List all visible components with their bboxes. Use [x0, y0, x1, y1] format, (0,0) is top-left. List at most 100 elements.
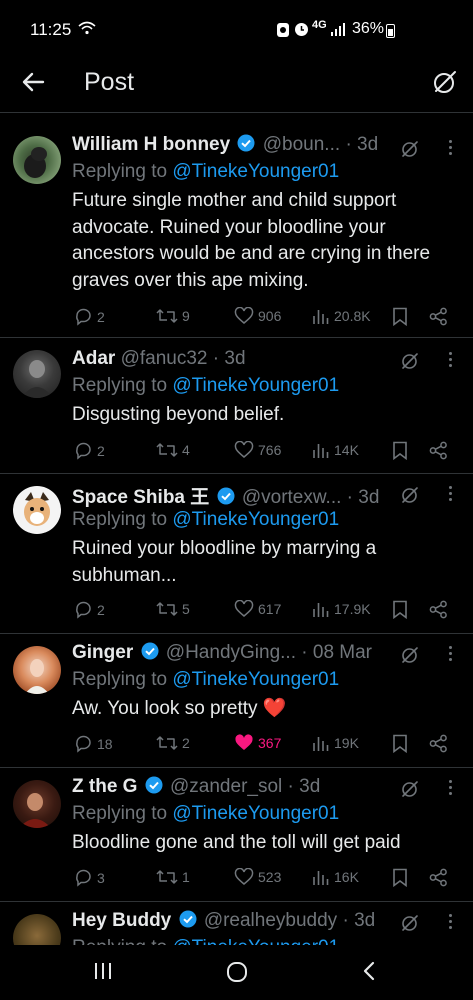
replying-to: Replying to @TinekeYounger01 [72, 803, 339, 825]
like-button[interactable]: 617 [234, 600, 281, 618]
like-button[interactable]: 766 [234, 441, 281, 459]
views-button[interactable]: 14K [312, 441, 359, 459]
repost-count: 4 [182, 442, 190, 458]
views-button[interactable]: 17.9K [312, 600, 371, 618]
mention-link[interactable]: @TinekeYounger01 [172, 937, 339, 945]
share-icon[interactable] [429, 600, 448, 619]
avatar[interactable] [13, 646, 61, 694]
more-icon[interactable] [446, 486, 454, 504]
repost-button[interactable]: 2 [156, 734, 190, 752]
avatar[interactable] [13, 136, 61, 184]
mention-link[interactable]: @TinekeYounger01 [172, 509, 339, 530]
header-divider [0, 112, 473, 113]
grok-icon[interactable] [400, 779, 420, 799]
replying-to: Replying to @TinekeYounger01 [72, 669, 339, 691]
repost-button[interactable]: 9 [156, 307, 190, 325]
views-button[interactable]: 20.8K [312, 307, 371, 325]
timestamp[interactable]: 3d [224, 348, 245, 369]
like-count: 523 [258, 869, 282, 885]
reply-item[interactable]: Hey Buddy @realheybuddy · 3d Replying to… [0, 902, 473, 945]
views-button[interactable]: 19K [312, 734, 359, 752]
display-name[interactable]: William H bonney [72, 134, 230, 155]
reply-text: Ruined your bloodline by marrying a subh… [72, 538, 377, 586]
reply-item[interactable]: William H bonney @boun... · 3d Replying … [0, 124, 473, 338]
share-icon[interactable] [429, 307, 448, 326]
more-icon[interactable] [446, 140, 454, 158]
timestamp[interactable]: 3d [357, 134, 378, 155]
mention-link[interactable]: @TinekeYounger01 [172, 669, 339, 690]
reply-item[interactable]: Ginger @HandyGing... · 08 Mar Replying t… [0, 634, 473, 768]
bookmark-icon[interactable] [392, 734, 408, 753]
replying-prefix: Replying to [72, 161, 168, 182]
reply-item[interactable]: Space Shiba 王 @vortexw... · 3d Replying … [0, 474, 473, 634]
repost-button[interactable]: 5 [156, 600, 190, 618]
reply-button[interactable]: 18 [74, 734, 113, 753]
replying-to: Replying to @TinekeYounger01 [72, 937, 339, 945]
timestamp[interactable]: 3d [299, 776, 320, 797]
like-count: 766 [258, 442, 282, 458]
avatar[interactable] [13, 486, 61, 534]
replying-prefix: Replying to [72, 669, 168, 690]
display-name[interactable]: Ginger [72, 642, 133, 663]
like-button[interactable]: 523 [234, 868, 281, 886]
share-icon[interactable] [429, 441, 448, 460]
replying-to: Replying to @TinekeYounger01 [72, 375, 339, 397]
mention-link[interactable]: @TinekeYounger01 [172, 161, 339, 182]
username[interactable]: @vortexw... [242, 487, 342, 508]
avatar[interactable] [13, 350, 61, 398]
reply-button[interactable]: 2 [74, 441, 105, 460]
username[interactable]: @boun... [263, 134, 340, 155]
views-icon [313, 310, 329, 324]
like-button[interactable]: 367 [234, 734, 281, 752]
more-icon[interactable] [446, 352, 454, 370]
timestamp[interactable]: 3d [358, 487, 379, 508]
username[interactable]: @fanuc32 [121, 348, 208, 369]
bookmark-icon[interactable] [392, 307, 408, 326]
reply-count: 2 [97, 308, 105, 325]
grok-icon[interactable] [400, 913, 420, 933]
view-count: 16K [334, 869, 359, 885]
more-icon[interactable] [446, 780, 454, 798]
back-arrow-icon[interactable] [20, 68, 48, 96]
display-name[interactable]: Hey Buddy [72, 910, 171, 931]
share-icon[interactable] [429, 734, 448, 753]
repost-button[interactable]: 1 [156, 868, 190, 886]
grok-icon[interactable] [400, 139, 420, 159]
bookmark-icon[interactable] [392, 868, 408, 887]
bookmark-icon[interactable] [392, 600, 408, 619]
username[interactable]: @realheybuddy [204, 910, 337, 931]
share-icon[interactable] [429, 868, 448, 887]
grok-icon[interactable] [400, 485, 420, 505]
repost-button[interactable]: 4 [156, 441, 190, 459]
mention-link[interactable]: @TinekeYounger01 [172, 375, 339, 396]
reply-button[interactable]: 2 [74, 307, 105, 326]
grok-icon[interactable] [400, 351, 420, 371]
reply-button[interactable]: 2 [74, 600, 105, 619]
reply-header: Hey Buddy @realheybuddy · 3d [72, 910, 375, 932]
top-bar: Post [0, 60, 473, 112]
mention-link[interactable]: @TinekeYounger01 [172, 803, 339, 824]
home-icon[interactable] [225, 960, 249, 984]
views-button[interactable]: 16K [312, 868, 359, 886]
grok-icon[interactable] [400, 645, 420, 665]
timestamp[interactable]: 08 Mar [313, 642, 372, 663]
reply-item[interactable]: Adar @fanuc32 · 3d Replying to @TinekeYo… [0, 338, 473, 474]
more-icon[interactable] [446, 646, 454, 664]
like-count: 906 [258, 308, 282, 324]
avatar[interactable] [13, 914, 61, 945]
reply-item[interactable]: Z the G @zander_sol · 3d Replying to @Ti… [0, 768, 473, 902]
timestamp[interactable]: 3d [354, 910, 375, 931]
grok-icon[interactable] [432, 69, 458, 95]
display-name[interactable]: Adar [72, 348, 115, 369]
username[interactable]: @zander_sol [170, 776, 282, 797]
like-button[interactable]: 906 [234, 307, 281, 325]
avatar[interactable] [13, 780, 61, 828]
reply-button[interactable]: 3 [74, 868, 105, 887]
bookmark-icon[interactable] [392, 441, 408, 460]
more-icon[interactable] [446, 914, 454, 932]
display-name[interactable]: Z the G [72, 776, 137, 797]
recent-apps-icon[interactable] [92, 960, 114, 982]
username[interactable]: @HandyGing... [166, 642, 296, 663]
back-nav-icon[interactable] [360, 960, 378, 982]
display-name[interactable]: Space Shiba 王 [72, 487, 209, 508]
